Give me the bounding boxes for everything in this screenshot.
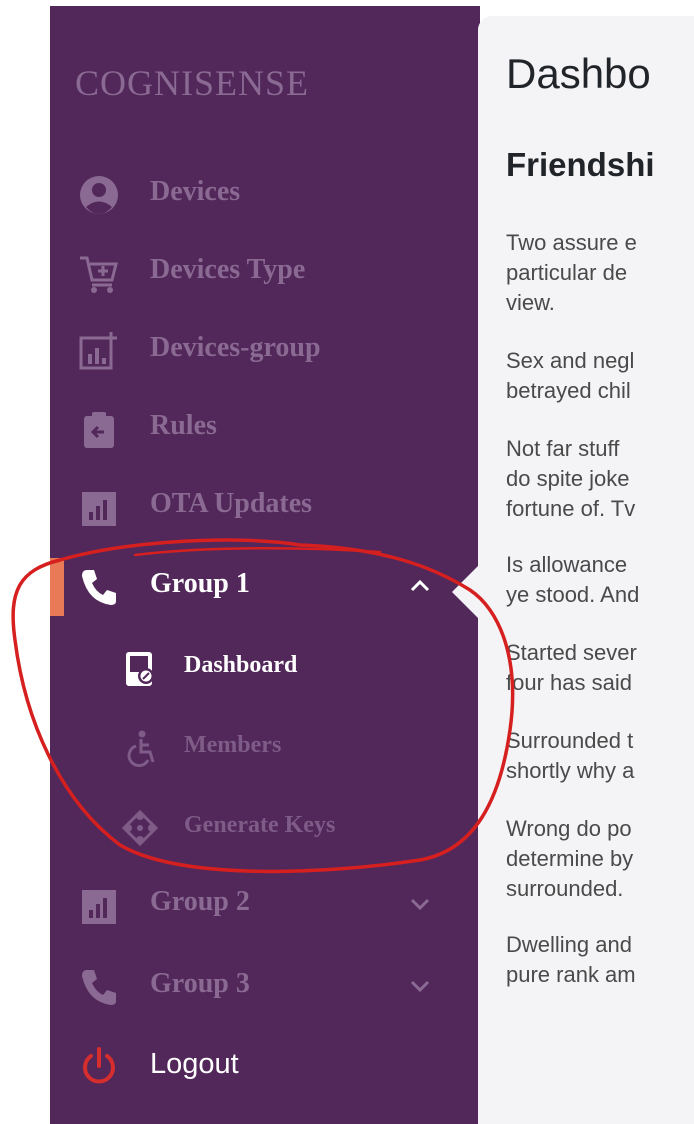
- app-window: COGNISENSE Devices Devices Type Devices-…: [0, 0, 694, 1124]
- chevron-up-icon[interactable]: [408, 574, 432, 598]
- paragraph: Two assure e particular de view.: [506, 228, 694, 318]
- user-circle-icon: [78, 174, 120, 216]
- chevron-down-icon[interactable]: [408, 892, 432, 916]
- clipboard-arrow-icon: [78, 408, 120, 450]
- paragraph-line: surrounded.: [506, 876, 624, 901]
- sidebar-item-group-2[interactable]: Group 2: [50, 874, 480, 934]
- paragraph-line: Sex and negl: [506, 348, 635, 373]
- sidebar-item-devices-type[interactable]: Devices Type: [50, 242, 480, 302]
- paragraph-line: Wrong do po: [506, 816, 632, 841]
- chevron-down-icon[interactable]: [408, 974, 432, 998]
- sidebar-item-label: Group 2: [150, 886, 250, 917]
- paragraph: Wrong do po determine by surrounded.: [506, 814, 694, 904]
- sidebar-item-label: Devices: [150, 176, 241, 207]
- paragraph-line: pure rank am: [506, 962, 636, 987]
- sidebar-subitem-dashboard[interactable]: Dashboard: [50, 636, 480, 696]
- sidebar-subitem-label: Generate Keys: [184, 812, 336, 838]
- paragraph-line: do spite joke: [506, 466, 630, 491]
- wheelchair-icon: [120, 728, 160, 768]
- bar-chart-icon: [78, 486, 120, 528]
- sidebar-item-label: Group 1: [150, 568, 250, 599]
- paragraph: Started sever four has said: [506, 638, 694, 698]
- paragraph-line: view.: [506, 290, 555, 315]
- sidebar-item-label: Devices-group: [150, 332, 321, 363]
- paragraph-line: determine by: [506, 846, 634, 871]
- sidebar-item-rules[interactable]: Rules: [50, 398, 480, 458]
- bar-chart-icon: [78, 884, 120, 926]
- dashboard-card-icon: [120, 648, 160, 688]
- sidebar-item-label: Rules: [150, 410, 217, 441]
- paragraph: Is allowance ye stood. And: [506, 550, 694, 610]
- paragraph: Sex and negl betrayed chil: [506, 346, 694, 406]
- power-icon: [78, 1046, 120, 1088]
- main-content: Dashbo Friendshi Two assure e particular…: [478, 16, 694, 1124]
- sidebar-item-label: OTA Updates: [150, 488, 313, 519]
- logout-button[interactable]: Logout: [50, 1036, 480, 1096]
- paragraph-line: four has said: [506, 670, 632, 695]
- sidebar-subitem-label: Dashboard: [184, 652, 298, 678]
- cart-plus-icon: [78, 252, 120, 294]
- paragraph-line: Not far stuff: [506, 436, 620, 461]
- sidebar-subitem-generate-keys[interactable]: Generate Keys: [50, 796, 480, 856]
- brand-logo: COGNISENSE: [75, 63, 310, 103]
- paragraph: Surrounded t shortly why a: [506, 726, 694, 786]
- paragraph-line: ye stood. And: [506, 582, 640, 607]
- section-title: Friendshi: [506, 146, 655, 183]
- sidebar-item-ota-updates[interactable]: OTA Updates: [50, 476, 480, 536]
- paragraph-line: Is allowance: [506, 552, 628, 577]
- paragraph: Not far stuff do spite joke fortune of. …: [506, 434, 694, 524]
- sidebar-item-label: Devices Type: [150, 254, 306, 285]
- sidebar-item-devices[interactable]: Devices: [50, 164, 480, 224]
- paragraph: Dwelling and pure rank am: [506, 930, 694, 990]
- phone-icon: [78, 566, 120, 608]
- phone-icon: [78, 966, 120, 1008]
- active-notch: [452, 564, 480, 620]
- paragraph-line: Started sever: [506, 640, 637, 665]
- chart-add-icon: [78, 330, 120, 372]
- paragraph-line: betrayed chil: [506, 378, 631, 403]
- paragraph-line: shortly why a: [506, 758, 635, 783]
- sidebar-item-group-3[interactable]: Group 3: [50, 956, 480, 1016]
- paragraph-line: fortune of. Tv: [506, 496, 636, 521]
- paragraph-line: Dwelling and: [506, 932, 632, 957]
- paragraph-line: particular de: [506, 260, 628, 285]
- page-title: Dashbo: [506, 50, 651, 97]
- sidebar-item-label: Group 3: [150, 968, 250, 999]
- paragraph-line: Surrounded t: [506, 728, 634, 753]
- keys-network-icon: [120, 808, 160, 848]
- logout-label: Logout: [150, 1048, 239, 1080]
- sidebar-item-group-1[interactable]: Group 1: [50, 556, 480, 616]
- sidebar-item-devices-group[interactable]: Devices-group: [50, 320, 480, 380]
- sidebar-subitem-label: Members: [184, 732, 282, 758]
- sidebar-subitem-members[interactable]: Members: [50, 716, 480, 776]
- paragraph-line: Two assure e: [506, 230, 637, 255]
